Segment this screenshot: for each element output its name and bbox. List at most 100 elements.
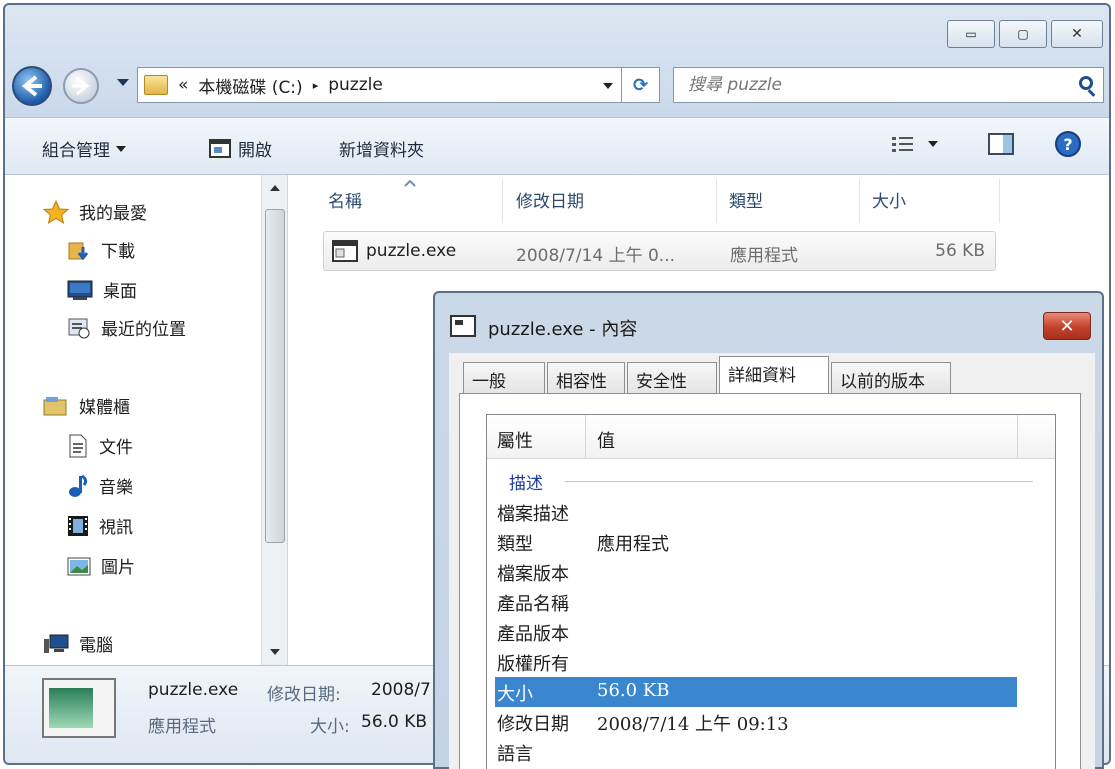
nav-label: 圖片 bbox=[101, 558, 135, 578]
property-key: 版權所有 bbox=[497, 654, 569, 675]
new-folder-label: 新增資料夾 bbox=[339, 141, 424, 161]
nav-label: 下載 bbox=[101, 242, 135, 262]
dialog-title: puzzle.exe - 內容 bbox=[488, 319, 638, 340]
maximize-button[interactable]: ▢ bbox=[999, 20, 1047, 48]
folder-icon bbox=[144, 75, 168, 95]
nav-recent-places[interactable]: 最近的位置 bbox=[67, 315, 186, 340]
column-header-name[interactable]: 名稱 bbox=[328, 187, 362, 212]
column-header-modified[interactable]: 修改日期 bbox=[516, 187, 584, 212]
property-key: 類型 bbox=[497, 534, 533, 555]
star-icon bbox=[43, 199, 69, 224]
breadcrumb-separator-icon[interactable]: ▸ bbox=[313, 79, 319, 92]
libraries-icon bbox=[43, 396, 67, 415]
nav-scrollbar[interactable] bbox=[261, 175, 287, 665]
column-divider[interactable] bbox=[999, 179, 1000, 223]
preview-pane-button[interactable] bbox=[987, 132, 1015, 156]
property-value: 2008/7/14 上午 09:13 bbox=[597, 714, 789, 735]
pictures-icon bbox=[67, 557, 91, 575]
close-button[interactable]: ✕ bbox=[1051, 20, 1103, 48]
nav-label: 視訊 bbox=[99, 518, 133, 538]
column-header-value[interactable]: 值 bbox=[597, 427, 615, 453]
property-list: 屬性 值 描述 檔案描述 類型 應用程式 檔案版本 產品名稱 產品版本 版權所有… bbox=[486, 414, 1056, 769]
breadcrumb-local-disk[interactable]: 本機磁碟 (C:) bbox=[198, 73, 302, 98]
address-bar[interactable]: « 本機磁碟 (C:) ▸ puzzle ⟳ bbox=[137, 67, 660, 103]
property-row[interactable]: 版權所有 bbox=[495, 647, 1017, 677]
nav-pictures[interactable]: 圖片 bbox=[67, 553, 135, 578]
nav-libraries[interactable]: 媒體櫃 bbox=[43, 393, 130, 418]
property-row[interactable]: 產品名稱 bbox=[495, 587, 1017, 617]
forward-button[interactable] bbox=[63, 68, 99, 104]
column-divider[interactable] bbox=[585, 415, 586, 459]
view-list-icon bbox=[892, 137, 913, 152]
open-button[interactable]: 開啟 bbox=[208, 136, 272, 161]
property-key: 檔案版本 bbox=[497, 564, 569, 585]
file-row[interactable]: puzzle.exe 2008/7/14 上午 0... 應用程式 56 KB bbox=[323, 231, 996, 271]
scroll-up-icon[interactable] bbox=[270, 185, 280, 191]
search-icon[interactable] bbox=[1079, 76, 1093, 90]
organize-menu[interactable]: 組合管理 bbox=[42, 136, 126, 161]
minimize-button[interactable]: ▭ bbox=[947, 20, 995, 48]
property-value: 56.0 KB bbox=[597, 680, 670, 701]
column-divider[interactable] bbox=[1017, 415, 1018, 459]
dialog-close-button[interactable]: ✕ bbox=[1043, 312, 1091, 340]
help-icon: ? bbox=[1055, 131, 1081, 157]
nav-favorites[interactable]: 我的最愛 bbox=[43, 199, 147, 224]
recent-places-icon bbox=[68, 318, 90, 338]
column-header-size[interactable]: 大小 bbox=[872, 187, 906, 212]
back-button[interactable] bbox=[12, 66, 52, 106]
properties-dialog: puzzle.exe - 內容 ✕ 一般 相容性 安全性 詳細資料 以前的版本 … bbox=[433, 291, 1104, 769]
property-list-header: 屬性 值 bbox=[487, 415, 1055, 459]
address-overflow[interactable]: « bbox=[178, 75, 188, 95]
property-row[interactable]: 語言 bbox=[495, 737, 1017, 767]
column-header-type[interactable]: 類型 bbox=[729, 187, 763, 212]
refresh-button[interactable]: ⟳ bbox=[621, 68, 659, 102]
open-label: 開啟 bbox=[238, 141, 272, 161]
property-row[interactable]: 產品版本 bbox=[495, 617, 1017, 647]
nav-desktop[interactable]: 桌面 bbox=[67, 277, 137, 302]
search-box[interactable] bbox=[673, 67, 1104, 103]
nav-downloads[interactable]: 下載 bbox=[67, 237, 135, 262]
new-folder-button[interactable]: 新增資料夾 bbox=[339, 136, 424, 161]
column-divider[interactable] bbox=[859, 179, 860, 223]
scroll-down-icon[interactable] bbox=[270, 649, 280, 655]
nav-documents[interactable]: 文件 bbox=[67, 433, 133, 458]
tab-compatibility[interactable]: 相容性 bbox=[547, 362, 625, 394]
maximize-icon: ▢ bbox=[1017, 27, 1029, 41]
tab-details[interactable]: 詳細資料 bbox=[719, 356, 829, 394]
property-row[interactable]: 檔案描述 bbox=[495, 497, 1017, 527]
tab-general[interactable]: 一般 bbox=[463, 362, 545, 394]
property-row[interactable]: 檔案版本 bbox=[495, 557, 1017, 587]
property-key: 檔案描述 bbox=[497, 504, 569, 525]
property-row-selected[interactable]: 大小 56.0 KB bbox=[495, 677, 1017, 707]
search-input[interactable] bbox=[688, 75, 1058, 95]
nav-label: 文件 bbox=[99, 438, 133, 458]
column-header-property[interactable]: 屬性 bbox=[497, 427, 533, 453]
property-row[interactable]: 修改日期 2008/7/14 上午 09:13 bbox=[495, 707, 1017, 737]
column-divider[interactable] bbox=[716, 179, 717, 223]
toolbar: 組合管理 開啟 新增資料夾 ? bbox=[5, 117, 1109, 175]
details-modified-value: 2008/7 bbox=[371, 680, 431, 700]
computer-icon bbox=[44, 634, 69, 653]
breadcrumb-puzzle[interactable]: puzzle bbox=[328, 75, 383, 95]
property-row[interactable]: 類型 應用程式 bbox=[495, 527, 1017, 557]
video-film-icon bbox=[68, 515, 88, 536]
recent-pages-dropdown[interactable] bbox=[117, 79, 129, 86]
tab-previous-versions[interactable]: 以前的版本 bbox=[831, 362, 951, 394]
open-icon bbox=[209, 138, 231, 158]
address-dropdown-icon[interactable] bbox=[603, 83, 613, 89]
close-icon: ✕ bbox=[1071, 26, 1083, 42]
column-divider[interactable] bbox=[502, 179, 503, 223]
property-key: 語言 bbox=[497, 744, 533, 765]
tab-security[interactable]: 安全性 bbox=[627, 362, 717, 394]
view-options-button[interactable] bbox=[892, 136, 938, 152]
back-arrow-icon bbox=[21, 75, 42, 97]
help-button[interactable]: ? bbox=[1054, 130, 1082, 158]
property-key: 大小 bbox=[497, 684, 533, 705]
details-tab-panel: 屬性 值 描述 檔案描述 類型 應用程式 檔案版本 產品名稱 產品版本 版權所有… bbox=[459, 393, 1081, 769]
scroll-thumb[interactable] bbox=[265, 209, 285, 543]
nav-music[interactable]: 音樂 bbox=[67, 473, 133, 498]
property-key: 產品名稱 bbox=[497, 594, 569, 615]
nav-computer[interactable]: 電腦 bbox=[43, 631, 113, 656]
nav-videos[interactable]: 視訊 bbox=[67, 513, 133, 538]
group-divider bbox=[565, 481, 1033, 482]
